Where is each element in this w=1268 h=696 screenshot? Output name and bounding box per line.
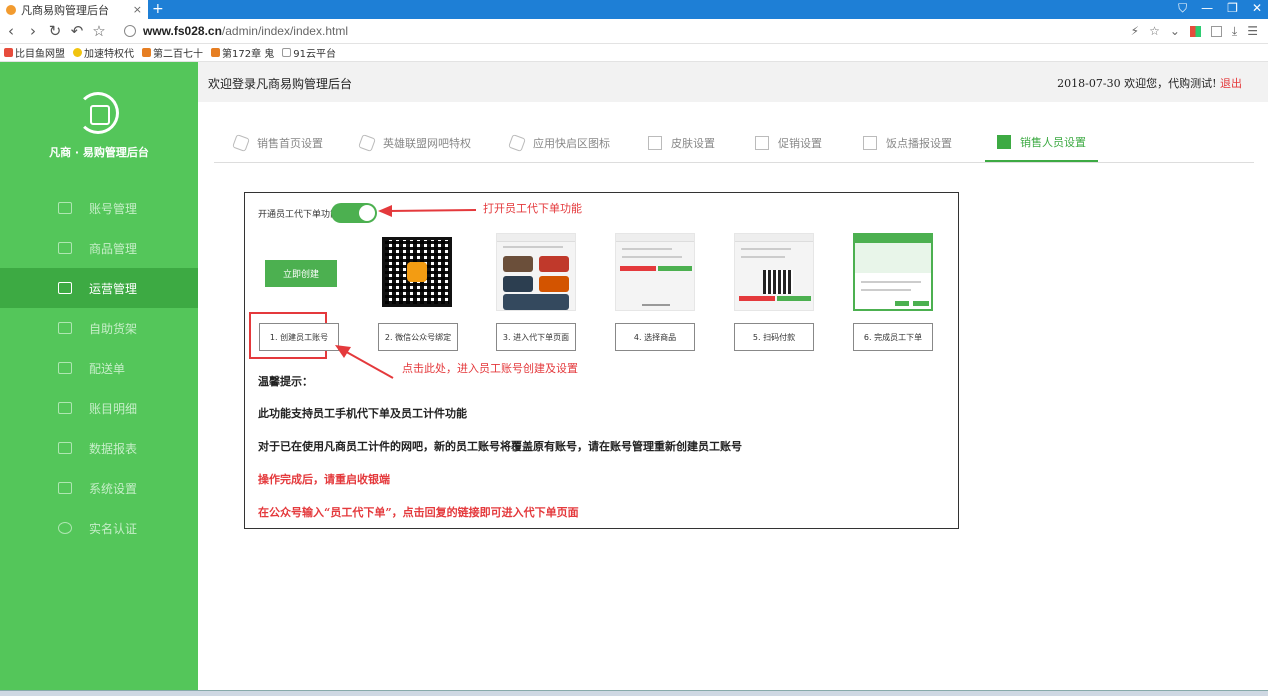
arrow-line-create bbox=[342, 349, 394, 379]
arrow-line-toggle bbox=[387, 209, 477, 212]
arrow-head-toggle bbox=[378, 205, 392, 217]
annotation-arrows bbox=[335, 205, 477, 379]
taskbar bbox=[0, 690, 1268, 696]
toggle-annotation: 打开员工代下单功能 bbox=[483, 202, 582, 215]
arrow-head-create bbox=[335, 345, 351, 358]
create-annotation: 点击此处，进入员工账号创建及设置 bbox=[402, 362, 578, 375]
